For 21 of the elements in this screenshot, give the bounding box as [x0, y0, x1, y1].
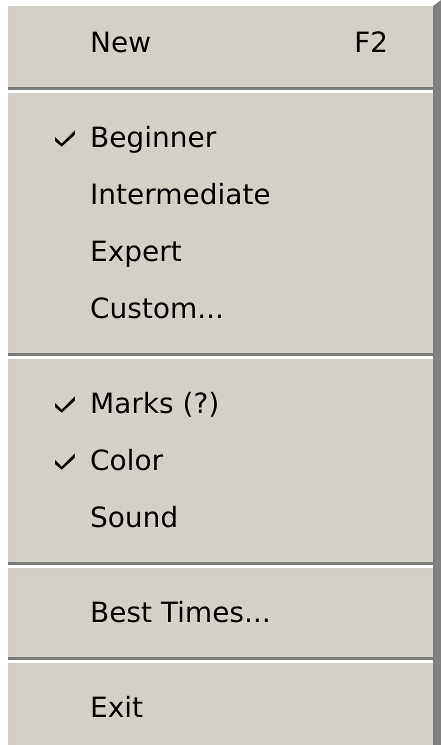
shortcut-label: F2	[354, 26, 388, 59]
menu-item[interactable]: Marks (?)	[8, 375, 433, 432]
menu-label: Marks (?)	[90, 387, 220, 420]
menu-label: Intermediate	[90, 178, 272, 211]
menu-item[interactable]: Expert	[8, 223, 433, 280]
menu-item[interactable]: New F2	[8, 14, 433, 71]
menu-label: Custom...	[90, 292, 225, 325]
menu-item[interactable]: Sound	[8, 489, 433, 546]
menu-item[interactable]: Intermediate	[8, 166, 433, 223]
menu-item[interactable]: Best Times...	[8, 584, 433, 641]
menu-label: Beginner	[90, 121, 218, 154]
menu-label: Best Times...	[90, 596, 272, 629]
menu-item[interactable]: Exit	[8, 679, 433, 736]
menu-label: Exit	[90, 691, 144, 724]
menu-label: Color	[90, 444, 164, 477]
menu-label: New	[90, 26, 152, 59]
menu-item[interactable]: Color	[8, 432, 433, 489]
menu-item[interactable]: Beginner	[8, 109, 433, 166]
menu-item[interactable]: Custom...	[8, 280, 433, 337]
menu-label: Expert	[90, 235, 183, 268]
menu-label: Sound	[90, 501, 180, 534]
